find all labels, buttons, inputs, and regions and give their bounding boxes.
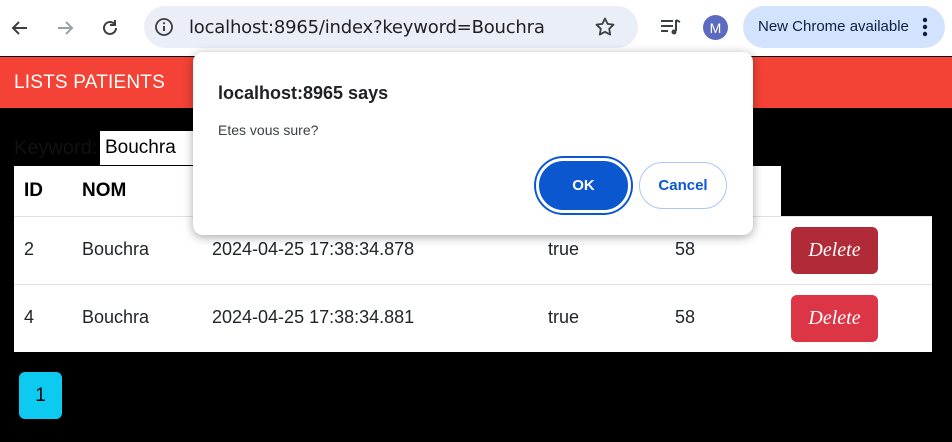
table-row: 4 Bouchra 2024-04-25 17:38:34.881 true 5… <box>14 284 932 352</box>
cell-score: 58 <box>675 307 696 327</box>
confirm-dialog: localhost:8965 says Etes vous sure? OK C… <box>193 52 753 235</box>
arrow-left-icon <box>11 21 27 35</box>
page-button-1[interactable]: 1 <box>19 372 62 419</box>
cell-date: 2024-04-25 17:38:34.881 <box>212 307 415 327</box>
cell-id: 4 <box>24 307 35 327</box>
cell-id: 2 <box>24 239 35 259</box>
delete-button[interactable]: Delete <box>791 227 878 274</box>
dialog-title: localhost:8965 says <box>218 83 389 103</box>
arrow-right-icon <box>58 21 74 35</box>
cancel-button[interactable]: Cancel <box>639 162 727 209</box>
chrome-update-button[interactable]: New Chrome available <box>743 6 945 48</box>
page-title: LISTS PATIENTS <box>14 72 165 93</box>
bookmark-star-icon[interactable] <box>594 16 616 38</box>
browser-toolbar: localhost:8965/index?keyword=Bouchra M N… <box>0 0 952 56</box>
reload-icon <box>103 20 117 35</box>
url-text[interactable]: localhost:8965/index?keyword=Bouchra <box>189 17 545 38</box>
keyword-input[interactable] <box>100 131 200 165</box>
cell-malade: true <box>548 307 580 327</box>
page: localhost:8965/index?keyword=Bouchra M N… <box>0 0 952 442</box>
address-bar[interactable]: localhost:8965/index?keyword=Bouchra <box>144 6 638 48</box>
profile-avatar[interactable]: M <box>703 15 728 40</box>
header-id: ID <box>24 180 43 201</box>
back-button[interactable] <box>4 12 36 44</box>
cell-date: 2024-04-25 17:38:34.878 <box>212 239 415 259</box>
cell-score: 58 <box>675 239 696 259</box>
cell-nom: Bouchra <box>82 239 150 259</box>
site-info-icon[interactable] <box>154 17 174 37</box>
media-controls-icon[interactable] <box>658 15 682 39</box>
keyword-label: Keyword: <box>14 137 98 159</box>
update-label: New Chrome available <box>758 18 909 35</box>
dialog-message: Etes vous sure? <box>218 122 319 138</box>
delete-button[interactable]: Delete <box>791 295 878 342</box>
cell-malade: true <box>548 239 580 259</box>
more-vert-icon[interactable] <box>921 16 929 38</box>
reload-button[interactable] <box>94 12 126 44</box>
ok-button[interactable]: OK <box>536 158 631 213</box>
header-nom: NOM <box>82 180 127 201</box>
cell-nom: Bouchra <box>82 307 150 327</box>
forward-button[interactable] <box>49 12 81 44</box>
